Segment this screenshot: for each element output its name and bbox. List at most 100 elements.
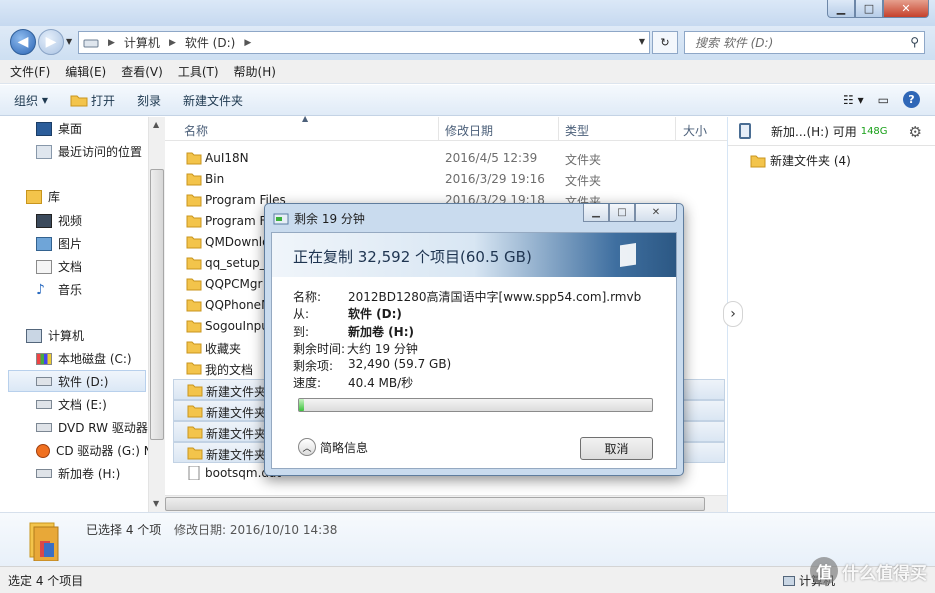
scroll-down-icon[interactable]: ▼ (153, 499, 159, 508)
column-date[interactable]: 修改日期 (445, 122, 493, 139)
recent-places-icon (36, 144, 52, 159)
help-icon[interactable]: ? (903, 91, 920, 108)
nav-music[interactable]: ♪ 音乐 (36, 281, 82, 298)
breadcrumb-computer[interactable]: 计算机 (124, 34, 160, 51)
usb-drive-icon (739, 123, 751, 139)
gear-icon[interactable]: ⚙ (909, 123, 922, 141)
watermark: 值 什么值得买 (810, 557, 927, 585)
cancel-button[interactable]: 取消 (580, 437, 653, 460)
close-icon[interactable]: ✕ (883, 0, 929, 18)
remaining-items-value: 32,490 (59.7 GB) (348, 357, 452, 371)
scroll-thumb[interactable] (165, 497, 705, 511)
maximize-icon[interactable]: □ (609, 204, 635, 222)
scroll-up-icon[interactable]: ▲ (153, 120, 159, 129)
chevron-up-icon[interactable]: ︿ (298, 438, 316, 456)
nav-drive-e[interactable]: 文档 (E:) (36, 396, 107, 413)
from-label: 从: (293, 307, 310, 321)
file-name: 收藏夹 (205, 342, 242, 356)
address-bar[interactable]: ▶ 计算机 ▶ 软件 (D:) ▶ ▼ (78, 31, 650, 54)
folder-icon (750, 155, 766, 167)
nav-desktop[interactable]: 桌面 (36, 120, 82, 137)
nav-library-label: 库 (48, 190, 61, 204)
toggle-details[interactable]: ︿ 简略信息 (298, 438, 368, 456)
column-divider[interactable] (438, 117, 439, 141)
nav-drive-h-label: 新加卷 (H:) (58, 467, 121, 481)
forward-icon[interactable]: ▶ (38, 29, 64, 55)
nav-drive-dvd[interactable]: DVD RW 驱动器 (36, 419, 148, 436)
nav-drive-c-label: 本地磁盘 (C:) (58, 352, 132, 366)
nav-pictures[interactable]: 图片 (36, 235, 82, 252)
nav-computer[interactable]: 计算机 (26, 327, 84, 344)
documents-icon (36, 259, 52, 274)
file-date: 2016/4/5 12:39 (445, 151, 538, 165)
menu-help[interactable]: 帮助(H) (234, 63, 276, 80)
folder-icon (187, 405, 203, 418)
minimize-icon[interactable]: ▁ (583, 204, 609, 222)
nav-video-label: 视频 (58, 214, 83, 228)
menu-file[interactable]: 文件(F) (10, 63, 50, 80)
nav-drive-c[interactable]: 本地磁盘 (C:) (36, 350, 132, 367)
name-label: 名称: (293, 290, 322, 304)
toolbar-right: ☷ ▾ ▭ ? (843, 91, 920, 108)
preview-pane-icon[interactable]: ▭ (878, 93, 889, 107)
menu-tools[interactable]: 工具(T) (178, 63, 219, 80)
file-name: QQPCMgr (205, 277, 263, 291)
minimize-icon[interactable]: ▁ (827, 0, 855, 18)
folder-icon (186, 362, 202, 375)
new-folder-label: 新建文件夹 (183, 93, 244, 108)
folder-icon (187, 447, 203, 460)
nav-drive-d-label: 软件 (D:) (58, 374, 109, 389)
file-row[interactable]: AuI18N 2016/4/5 12:39 文件夹 (173, 148, 725, 169)
folder-icon (186, 236, 202, 249)
nav-drive-d[interactable]: 软件 (D:) (8, 370, 146, 392)
folder-icon (187, 426, 203, 439)
destination-folder[interactable]: 新建文件夹 (4) (750, 152, 851, 169)
breadcrumb-separator-icon: ▶ (244, 37, 252, 48)
organize-button[interactable]: 组织 ▼ (14, 92, 48, 109)
column-size[interactable]: 大小 (683, 122, 707, 139)
sort-ascending-icon: ▲ (302, 114, 309, 123)
from-value[interactable]: 软件 (D:) (348, 305, 402, 322)
view-options-icon[interactable]: ☷ ▾ (843, 93, 864, 107)
search-icon[interactable]: ⚲ (910, 35, 919, 49)
name-value: 2012BD1280高清国语中字[www.spp54.com].rmvb (348, 290, 642, 304)
progress-fill (299, 399, 304, 411)
open-button[interactable]: 打开 (70, 92, 115, 109)
menu-view[interactable]: 查看(V) (121, 63, 163, 80)
recent-pages-chevron-icon[interactable]: ▼ (66, 37, 72, 46)
nav-drive-cd[interactable]: CD 驱动器 (G:) N (36, 442, 153, 459)
nav-scrollbar[interactable]: ▲ ▼ (148, 117, 165, 512)
search-input[interactable]: 搜索 软件 (D:) ⚲ (684, 31, 925, 54)
refresh-icon[interactable]: ↻ (652, 31, 678, 54)
folder-icon (186, 257, 202, 270)
nav-documents[interactable]: 文档 (36, 258, 82, 275)
file-name: Bin (205, 172, 225, 186)
copy-icon (273, 213, 289, 224)
chevron-right-icon[interactable]: › (723, 301, 743, 327)
nav-recent[interactable]: 最近访问的位置 (36, 143, 142, 160)
to-value[interactable]: 新加卷 (H:) (348, 323, 414, 340)
column-divider[interactable] (558, 117, 559, 141)
nav-video[interactable]: 视频 (36, 212, 82, 229)
file-horizontal-scrollbar[interactable] (165, 495, 727, 512)
column-type[interactable]: 类型 (565, 122, 589, 139)
file-name: QQPhoneM (205, 298, 272, 312)
burn-button[interactable]: 刻录 (137, 92, 161, 109)
column-divider[interactable] (675, 117, 676, 141)
breadcrumb-drive-d[interactable]: 软件 (D:) (185, 34, 235, 51)
menu-edit[interactable]: 编辑(E) (65, 63, 106, 80)
address-dropdown-icon[interactable]: ▼ (639, 37, 645, 46)
new-folder-button[interactable]: 新建文件夹 (183, 92, 243, 109)
folder-icon (186, 173, 202, 186)
nav-pictures-label: 图片 (58, 237, 83, 251)
nav-drive-h[interactable]: 新加卷 (H:) (36, 465, 120, 482)
maximize-icon[interactable]: □ (855, 0, 883, 18)
column-name[interactable]: 名称 (184, 122, 208, 139)
file-row[interactable]: Bin 2016/3/29 19:16 文件夹 (173, 169, 725, 190)
nav-drive-cd-label: CD 驱动器 (G:) N (56, 444, 153, 458)
scroll-thumb[interactable] (150, 169, 164, 440)
back-icon[interactable]: ◀ (10, 29, 36, 55)
remaining-items-row: 剩余项: 32,490 (59.7 GB) (293, 357, 451, 374)
nav-library[interactable]: 库 (26, 188, 60, 205)
close-icon[interactable]: ✕ (635, 204, 677, 222)
